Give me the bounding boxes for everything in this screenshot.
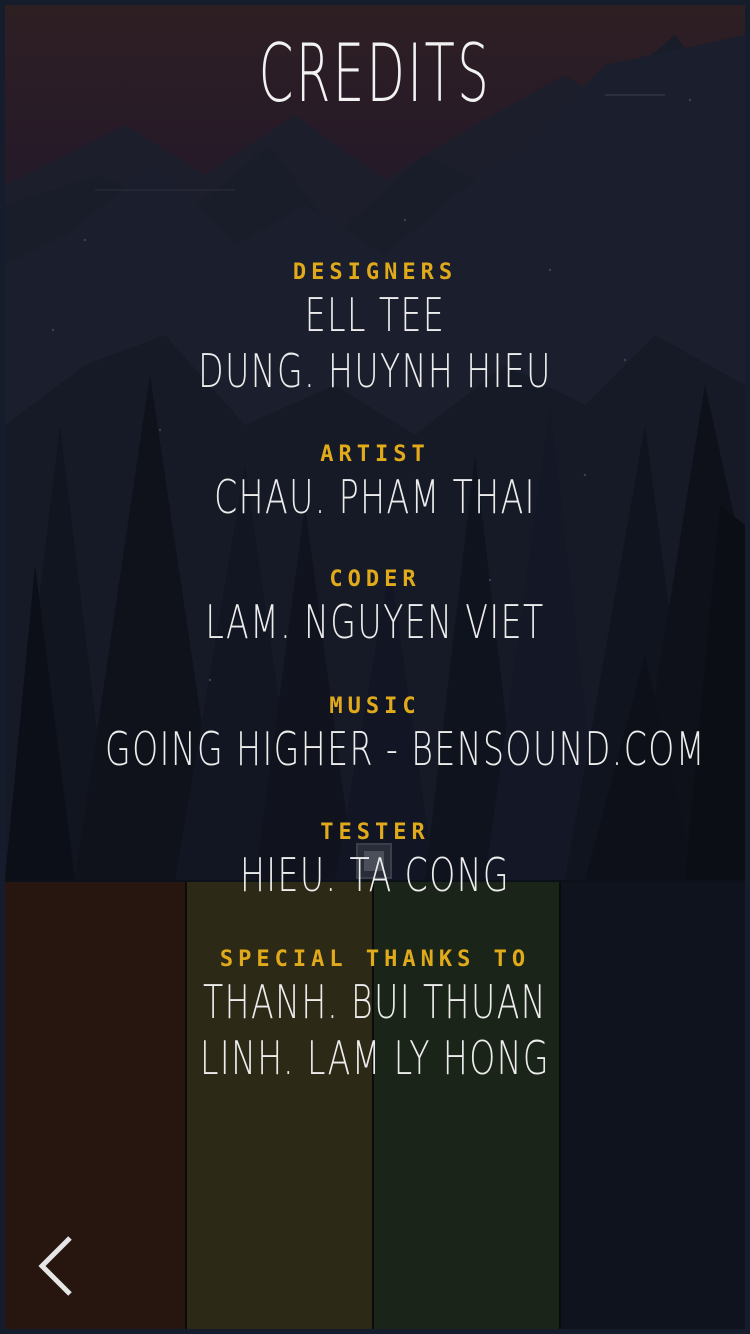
credits-content: CREDITS DESIGNERS ELL TEE DUNG. HUYNH HI… [0, 0, 750, 1334]
coder-heading: CODER [329, 567, 421, 592]
thanks-heading: SPECIAL THANKS TO [219, 947, 531, 972]
back-button[interactable] [28, 1232, 88, 1302]
designers-heading: DESIGNERS [292, 260, 458, 285]
music-heading: MUSIC [329, 694, 421, 719]
tester-name: HIEU. TA CONG [239, 848, 511, 902]
designers-section: DESIGNERS ELL TEE DUNG. HUYNH HIEU [0, 259, 750, 399]
thanks-name: LINH. LAM LY HONG [199, 1031, 551, 1085]
thanks-name: THANH. BUI THUAN [202, 975, 548, 1029]
designer-name: DUNG. HUYNH HIEU [198, 344, 552, 398]
page-title: CREDITS [258, 27, 492, 120]
coder-name: LAM. NGUYEN VIET [205, 595, 545, 649]
artist-section: ARTIST CHAU. PHAM THAI [0, 441, 750, 525]
artist-name: CHAU. PHAM THAI [214, 470, 536, 524]
coder-section: CODER LAM. NGUYEN VIET [0, 566, 750, 650]
thanks-section: SPECIAL THANKS TO THANH. BUI THUAN LINH.… [0, 946, 750, 1086]
designer-name: ELL TEE [304, 288, 446, 342]
tester-section: TESTER HIEU. TA CONG [0, 819, 750, 903]
music-credit: GOING HIGHER - BENSOUND.COM [105, 722, 706, 776]
tester-heading: TESTER [320, 820, 430, 845]
music-section: MUSIC GOING HIGHER - BENSOUND.COM [0, 693, 750, 777]
chevron-left-icon [38, 1236, 72, 1296]
artist-heading: ARTIST [320, 442, 430, 467]
